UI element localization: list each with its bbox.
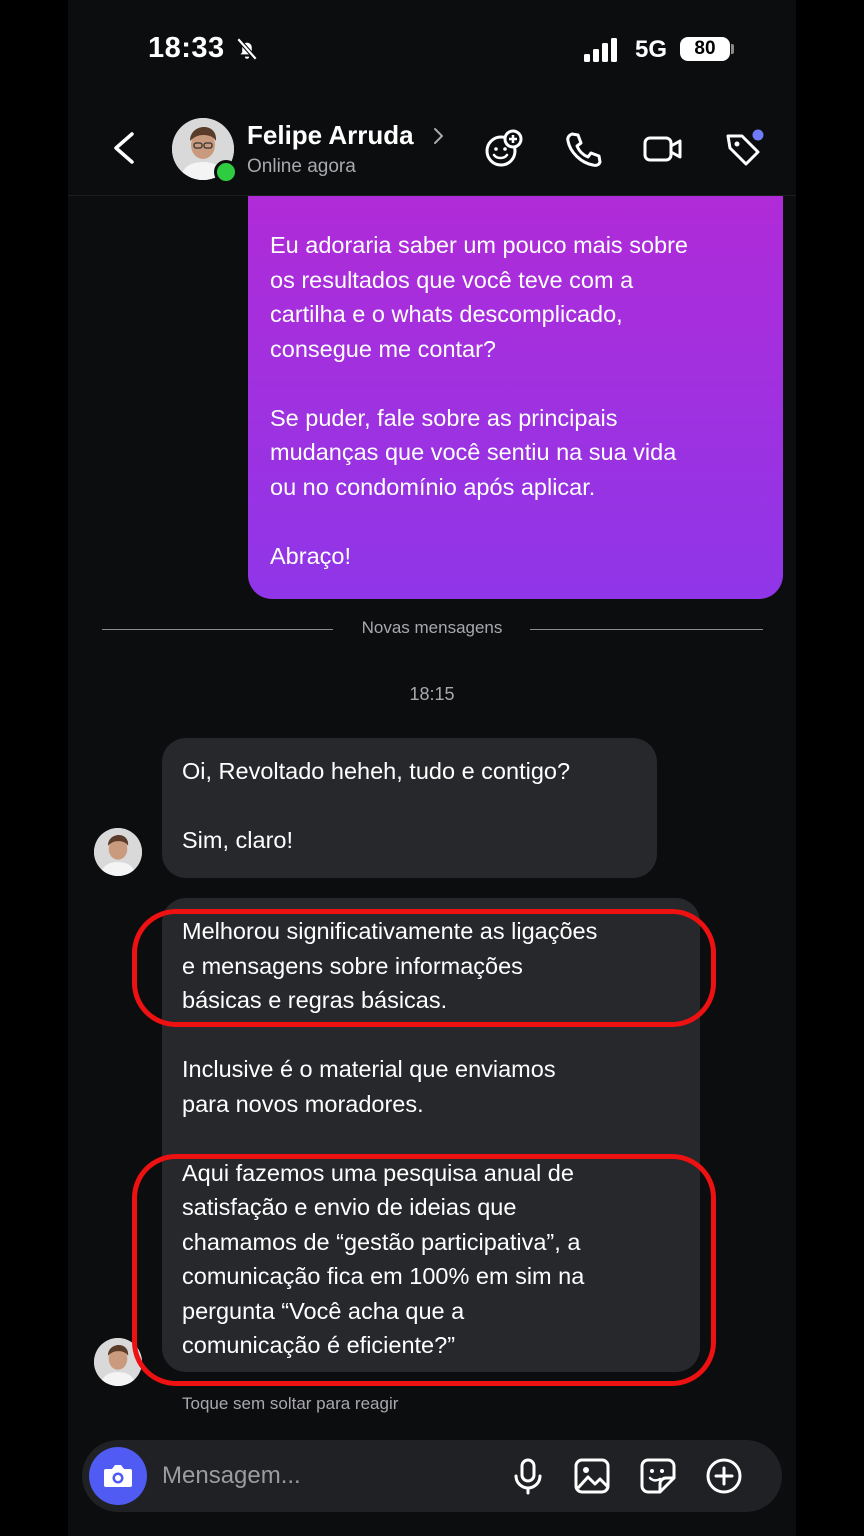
contact-status: Online agora xyxy=(247,156,356,177)
microphone-icon[interactable] xyxy=(508,1456,548,1496)
sticker-icon[interactable] xyxy=(638,1456,678,1496)
online-indicator xyxy=(214,160,238,184)
contact-name[interactable]: Felipe Arruda xyxy=(247,120,414,151)
video-call-icon[interactable] xyxy=(642,128,684,170)
phone-call-icon[interactable] xyxy=(562,128,604,170)
new-messages-divider: Novas mensagens xyxy=(361,618,503,637)
camera-icon xyxy=(104,1465,132,1487)
battery-icon: 80 xyxy=(680,37,730,61)
chat-header: Felipe Arruda Online agora xyxy=(68,100,796,196)
outgoing-message-text: Eu adoraria saber um pouco mais sobre os… xyxy=(270,232,688,569)
incoming-message-bubble[interactable]: Oi, Revoltado heheh, tudo e contigo? Sim… xyxy=(162,738,657,878)
incoming-message-text: Oi, Revoltado heheh, tudo e contigo? Sim… xyxy=(182,758,571,853)
highlight-annotation xyxy=(132,909,716,1027)
battery-tip xyxy=(731,44,734,54)
sender-avatar[interactable] xyxy=(94,828,142,876)
message-timestamp: 18:15 xyxy=(409,684,455,704)
tag-icon[interactable] xyxy=(722,128,764,170)
add-icon[interactable] xyxy=(704,1456,744,1496)
signal-icon xyxy=(584,38,617,62)
battery-level: 80 xyxy=(694,38,716,59)
camera-button[interactable] xyxy=(89,1447,147,1505)
phone-screen: 18:33 5G 80 Felipe Arruda Online agora E… xyxy=(68,0,796,1536)
divider-line-left xyxy=(102,629,333,630)
network-type: 5G xyxy=(635,36,668,63)
message-composer xyxy=(82,1440,782,1512)
chevron-right-icon[interactable] xyxy=(432,126,446,146)
highlight-annotation xyxy=(132,1154,716,1386)
reaction-hint: Toque sem soltar para reagir xyxy=(182,1394,399,1413)
outgoing-message-bubble[interactable]: Eu adoraria saber um pouco mais sobre os… xyxy=(248,156,783,599)
divider-line-right xyxy=(530,629,763,630)
message-list[interactable]: Eu adoraria saber um pouco mais sobre os… xyxy=(68,156,796,1432)
gallery-icon[interactable] xyxy=(572,1456,612,1496)
add-effects-icon[interactable] xyxy=(482,128,524,170)
message-input[interactable] xyxy=(162,1458,462,1494)
bell-muted-icon xyxy=(236,37,258,61)
status-bar: 18:33 5G 80 xyxy=(68,0,796,100)
status-time: 18:33 xyxy=(148,32,225,64)
back-arrow-icon[interactable] xyxy=(110,130,138,166)
